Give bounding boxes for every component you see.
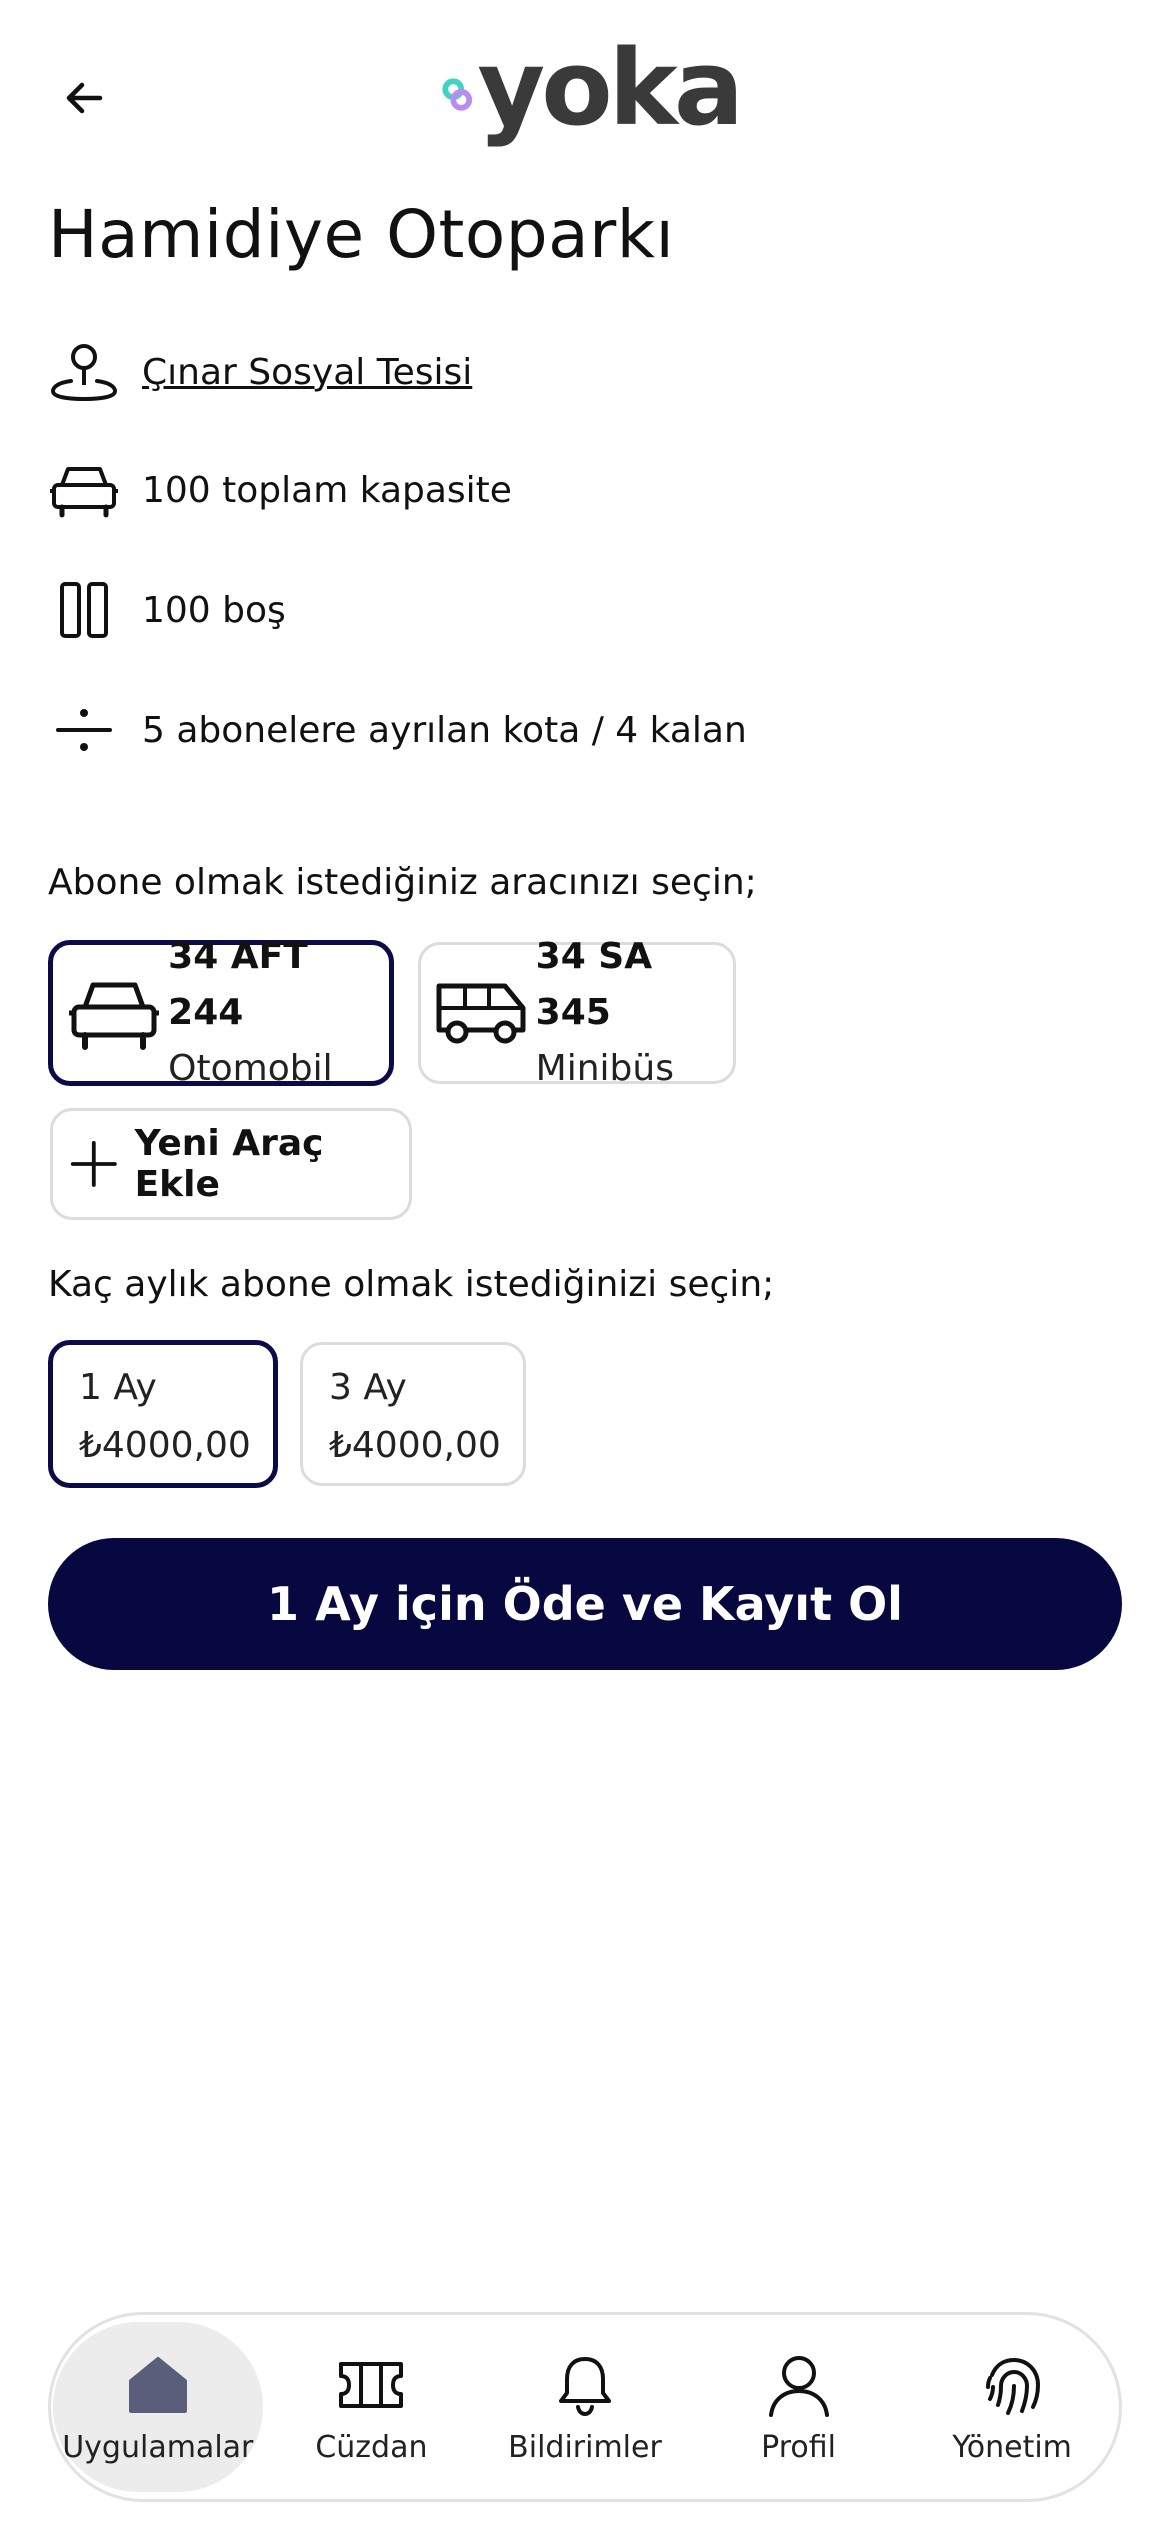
plus-icon — [70, 1141, 117, 1187]
capacity-text: 100 toplam kapasite — [142, 469, 512, 511]
plan-price: ₺4000,00 — [79, 1425, 251, 1466]
nav-label: Bildirimler — [508, 2429, 662, 2465]
plan-price: ₺4000,00 — [329, 1425, 501, 1466]
parking-slots-icon — [48, 574, 120, 646]
vehicle-plate: 34 AFT 244 — [168, 936, 308, 1033]
fingerprint-icon — [977, 2350, 1047, 2420]
quota-row: 5 abonelere ayrılan kota / 4 kalan — [48, 690, 1128, 770]
car-icon — [65, 963, 162, 1063]
empty-row: 100 boş — [48, 570, 1128, 650]
user-icon — [764, 2350, 834, 2420]
empty-text: 100 boş — [142, 589, 286, 631]
nav-item-profile[interactable]: Profil — [694, 2322, 904, 2492]
arrow-left-icon — [66, 82, 103, 114]
nav-label: Uygulamalar — [62, 2429, 254, 2465]
back-button[interactable] — [44, 58, 124, 138]
vehicle-card[interactable]: 34 SA 345 Minibüs — [418, 936, 736, 1089]
add-vehicle-button[interactable]: Yeni Araç Ekle — [50, 1108, 412, 1220]
nav-item-management[interactable]: Yönetim — [907, 2322, 1117, 2492]
quota-text: 5 abonelere ayrılan kota / 4 kalan — [142, 709, 747, 751]
vehicle-card[interactable]: 34 AFT 244 Otomobil — [48, 936, 394, 1089]
capacity-row: 100 toplam kapasite — [48, 450, 1128, 530]
nav-item-wallet[interactable]: Cüzdan — [266, 2322, 476, 2492]
logo-mark-icon — [442, 78, 473, 111]
page-title: Hamidiye Otoparkı — [48, 196, 675, 273]
vehicle-section-label: Abone olmak istediğiniz aracınızı seçin; — [48, 862, 757, 903]
location-link[interactable]: Çınar Sosyal Tesisi — [142, 352, 472, 393]
add-vehicle-label: Yeni Araç Ekle — [134, 1123, 324, 1205]
location-pin-icon — [48, 336, 120, 408]
bell-icon — [550, 2350, 620, 2420]
pay-and-register-button[interactable]: 1 Ay için Öde ve Kayıt Ol — [48, 1538, 1122, 1670]
car-icon — [48, 454, 120, 526]
divide-icon — [48, 694, 120, 766]
home-icon — [123, 2350, 193, 2420]
location-row: Çınar Sosyal Tesisi — [48, 332, 1128, 412]
bottom-navigation: Uygulamalar Cüzdan Bildirimler Profil Yö… — [48, 2312, 1122, 2502]
nav-item-applications[interactable]: Uygulamalar — [52, 2322, 263, 2492]
nav-label: Yönetim — [952, 2429, 1072, 2465]
plan-card[interactable]: 1 Ay ₺4000,00 — [48, 1340, 278, 1488]
plan-card[interactable]: 3 Ay ₺4000,00 — [300, 1342, 526, 1486]
nav-label: Profil — [761, 2429, 836, 2465]
vehicle-type: Minibüs — [535, 1048, 674, 1089]
nav-label: Cüzdan — [315, 2429, 428, 2465]
minibus-icon — [433, 963, 530, 1063]
brand-name: yoka — [477, 27, 744, 149]
plan-section-label: Kaç aylık abone olmak istediğinizi seçin… — [48, 1264, 775, 1305]
ticket-icon — [336, 2350, 406, 2420]
plan-name: 3 Ay — [329, 1367, 407, 1408]
plan-name: 1 Ay — [79, 1367, 157, 1408]
vehicle-type: Otomobil — [168, 1048, 333, 1089]
yoka-logo: yoka — [440, 36, 744, 150]
vehicle-plate: 34 SA 345 — [535, 936, 653, 1033]
nav-item-notifications[interactable]: Bildirimler — [480, 2322, 690, 2492]
